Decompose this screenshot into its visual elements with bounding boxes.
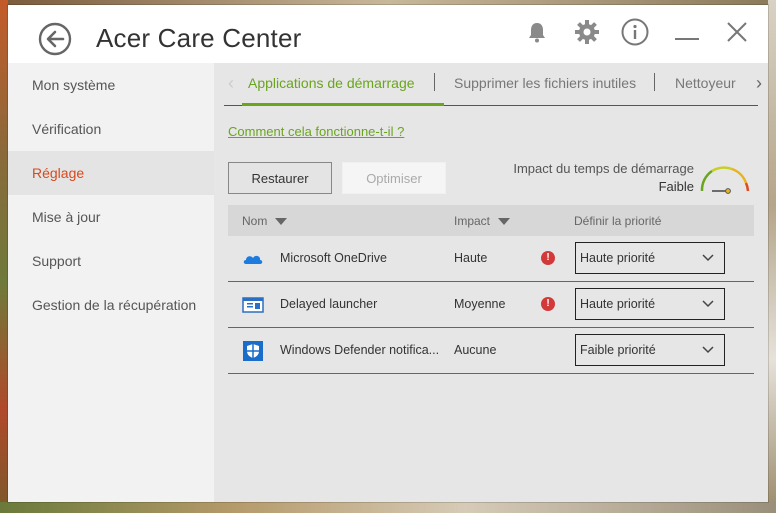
column-header-priority: Définir la priorité <box>574 214 662 228</box>
optimize-button[interactable]: Optimiser <box>342 162 446 194</box>
sidebar-item-mise-a-jour[interactable]: Mise à jour <box>8 195 214 239</box>
back-button[interactable] <box>38 22 72 56</box>
table-row: Delayed launcher Moyenne ! Haute priorit… <box>228 282 754 328</box>
title-bar: Acer Care Center <box>8 5 768 63</box>
column-header-name-label: Nom <box>242 214 268 228</box>
sidebar-item-reglage[interactable]: Réglage <box>8 151 214 195</box>
settings-button[interactable] <box>572 17 602 47</box>
tab-scroll-left-button[interactable]: ‹ <box>224 73 238 93</box>
how-it-works-link[interactable]: Comment cela fonctionne-t-il ? <box>228 124 404 139</box>
defender-icon <box>243 341 263 361</box>
sidebar-item-verification[interactable]: Vérification <box>8 107 214 151</box>
close-icon <box>727 22 747 42</box>
info-button[interactable] <box>620 17 650 47</box>
main-panel: ‹ Applications de démarrage Supprimer le… <box>214 63 768 502</box>
sidebar-item-mon-systeme[interactable]: Mon système <box>8 63 214 107</box>
chevron-down-icon <box>702 346 714 354</box>
minimize-button[interactable] <box>672 17 702 47</box>
sidebar-item-support[interactable]: Support <box>8 239 214 283</box>
priority-select-value: Faible priorité <box>580 343 656 357</box>
priority-select-value: Haute priorité <box>580 251 656 265</box>
table-header: Nom Impact Définir la priorité <box>228 205 754 236</box>
tab-scroll-right-button[interactable]: › <box>752 73 766 93</box>
close-button[interactable] <box>722 17 752 47</box>
startup-apps-table: Nom Impact Définir la priorité Microsoft… <box>228 205 754 374</box>
tab-bar: ‹ Applications de démarrage Supprimer le… <box>224 63 762 106</box>
priority-select-value: Haute priorité <box>580 297 656 311</box>
warning-icon: ! <box>541 297 555 311</box>
notifications-button[interactable] <box>522 17 552 47</box>
priority-select[interactable]: Faible priorité <box>575 334 725 366</box>
tab-supprimer-fichiers[interactable]: Supprimer les fichiers inutiles <box>454 75 636 91</box>
boot-impact-gauge-icon <box>700 166 750 194</box>
column-header-impact-label: Impact <box>454 214 491 228</box>
tab-applications-demarrage[interactable]: Applications de démarrage <box>248 75 415 91</box>
gear-icon <box>575 20 599 44</box>
bell-icon <box>529 23 545 43</box>
active-tab-indicator <box>242 103 444 106</box>
info-icon <box>621 18 649 46</box>
app-impact: Moyenne <box>454 297 506 311</box>
sort-down-icon <box>275 218 288 226</box>
table-row: Microsoft OneDrive Haute ! Haute priorit… <box>228 236 754 282</box>
app-window: Acer Care Center Mon système Vérificatio… <box>8 5 768 502</box>
priority-select[interactable]: Haute priorité <box>575 242 725 274</box>
boot-impact-value: Faible <box>658 179 694 194</box>
app-title: Acer Care Center <box>96 23 302 53</box>
app-impact: Aucune <box>454 343 497 357</box>
tab-separator <box>654 73 655 91</box>
sidebar-item-gestion-recuperation[interactable]: Gestion de la récupération <box>8 283 214 327</box>
app-name: Microsoft OneDrive <box>280 251 387 265</box>
boot-impact-label: Impact du temps de démarrage <box>513 161 694 176</box>
chevron-down-icon <box>702 300 714 308</box>
sort-down-icon <box>498 218 511 226</box>
back-arrow-icon <box>38 22 72 56</box>
column-header-name[interactable]: Nom <box>242 214 288 228</box>
desktop-background-right <box>768 0 776 513</box>
launcher-icon <box>242 297 264 313</box>
sidebar: Mon système Vérification Réglage Mise à … <box>8 63 214 502</box>
onedrive-icon <box>243 255 263 264</box>
desktop-background-left <box>0 0 8 513</box>
column-header-impact[interactable]: Impact <box>454 214 511 228</box>
tab-separator <box>434 73 435 91</box>
warning-icon: ! <box>541 251 555 265</box>
desktop-background-bottom <box>0 502 776 513</box>
app-name: Delayed launcher <box>280 297 378 311</box>
app-impact: Haute <box>454 251 488 265</box>
minimize-icon <box>675 38 699 40</box>
chevron-down-icon <box>702 254 714 262</box>
restore-button[interactable]: Restaurer <box>228 162 332 194</box>
table-row: Windows Defender notifica... Aucune Faib… <box>228 328 754 374</box>
tab-nettoyeur[interactable]: Nettoyeur <box>675 75 736 91</box>
priority-select[interactable]: Haute priorité <box>575 288 725 320</box>
app-name: Windows Defender notifica... <box>280 343 440 357</box>
